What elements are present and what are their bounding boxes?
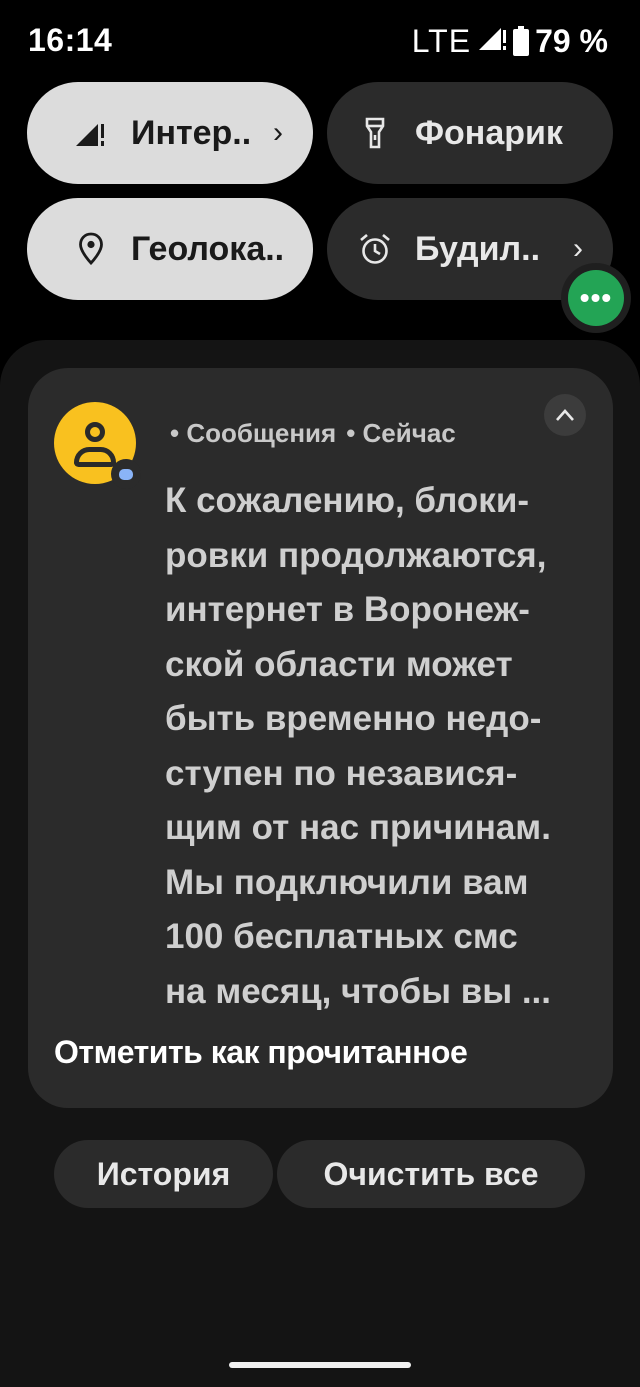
flashlight-icon [357,115,393,151]
tile-internet-label: Интер.. [131,113,252,152]
more-dots-icon: ••• [568,270,624,326]
tile-internet[interactable]: Интер.. › [27,82,313,184]
signal-icon [477,22,507,60]
alarm-icon [357,231,393,267]
tile-geolocation-label: Геолока.. [131,229,285,268]
notification-message: К сожалению, блоки- ровки продолжаются, … [165,474,595,1019]
message-line: ской области может [165,644,513,684]
tile-flashlight-label: Фонарик [415,113,563,152]
message-line: щим от нас причинам. [165,808,551,847]
message-line: ступен по независя- [165,753,518,793]
chevron-right-icon: › [573,232,583,265]
notification-app-name: • Сообщения [170,418,337,448]
notification-header: • Сообщения • Сейчас [170,418,456,449]
person-head-icon [85,422,105,442]
network-type: LTE [411,22,472,59]
history-button[interactable]: История [54,1140,273,1208]
message-line: на месяц, чтобы вы ... [165,971,551,1011]
chat-icon [119,468,133,480]
mark-as-read-button[interactable]: Отметить как прочитанное [54,1034,468,1071]
tile-alarm-label: Будил.. [415,229,541,268]
clear-all-button[interactable]: Очистить все [277,1140,585,1208]
message-line: 100 бесплатных смс [165,917,518,956]
status-time: 16:14 [28,22,113,58]
message-line: Мы подключили вам [165,862,529,902]
signal-icon [73,115,109,151]
chevron-up-icon [556,409,574,421]
message-line: быть временно недо- [165,699,542,738]
messages-app-icon [111,459,141,489]
battery-icon [513,26,530,56]
home-indicator[interactable] [229,1362,411,1368]
battery-level: 79 % [535,22,608,59]
tile-flashlight[interactable]: Фонарик [327,82,613,184]
chevron-right-icon: › [273,116,283,149]
message-line: ровки продолжаются, [165,535,547,575]
location-icon [73,231,109,267]
collapse-button[interactable] [544,394,586,436]
person-body-icon [74,447,116,467]
status-icons: LTE 79 % [412,22,608,60]
tile-geolocation[interactable]: Геолока.. [27,198,313,300]
chat-bubble[interactable]: ••• [561,263,631,333]
notification-time: • Сейчас [346,418,456,448]
status-bar: 16:14 LTE 79 % [0,0,640,80]
message-line: К сожалению, блоки- [165,481,529,520]
message-line: интернет в Воронеж- [165,590,530,629]
